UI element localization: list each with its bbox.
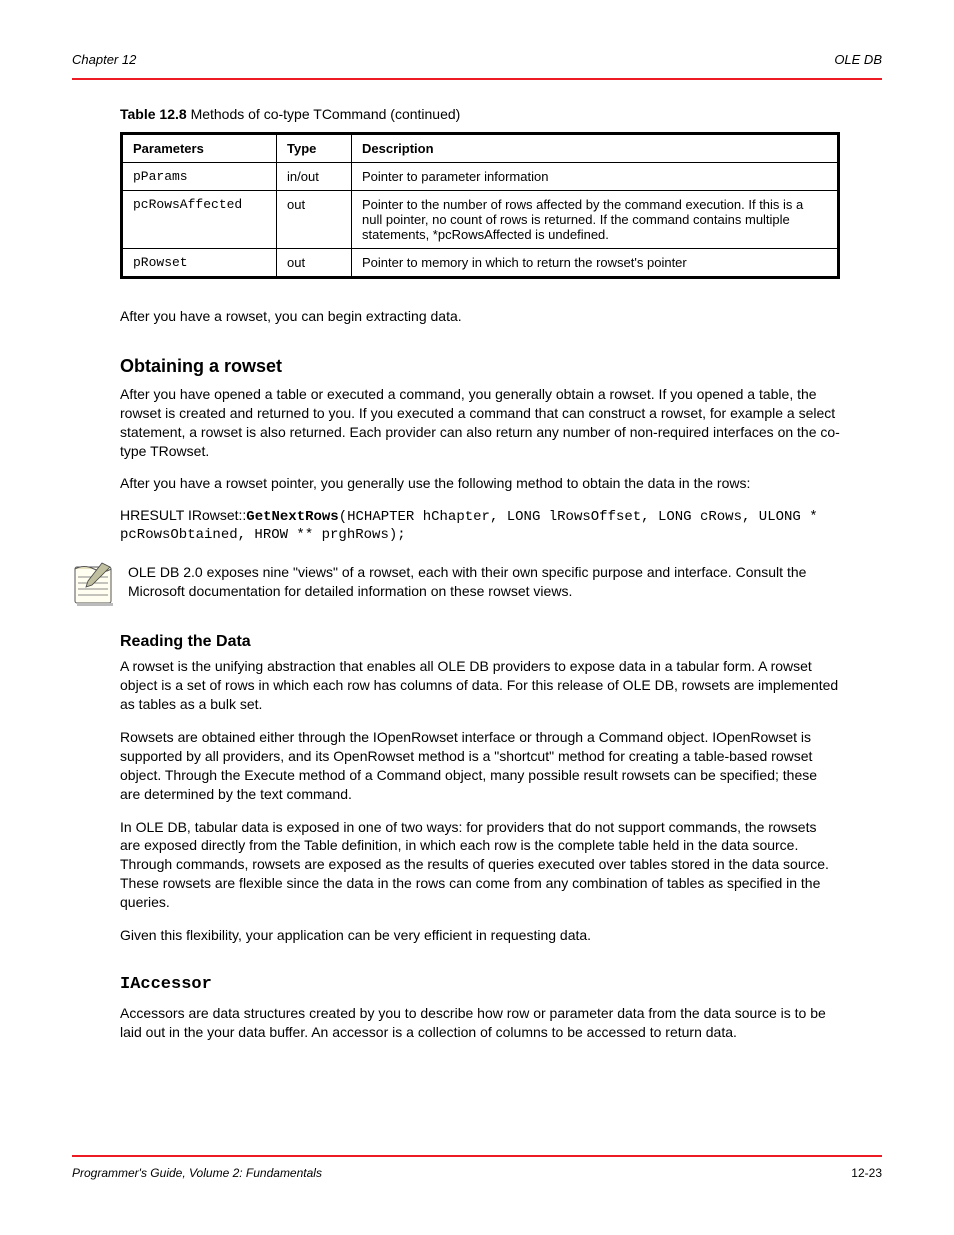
table-header-row: Parameters Type Description	[122, 134, 839, 163]
rowset-p2: After you have a rowset pointer, you gen…	[120, 474, 840, 493]
reading-p1: A rowset is the unifying abstraction tha…	[120, 657, 840, 714]
param-type: out	[277, 249, 352, 278]
table-row: pcRowsAffected out Pointer to the number…	[122, 191, 839, 249]
rowset-p1: After you have opened a table or execute…	[120, 385, 840, 461]
param-desc: Pointer to the number of rows affected b…	[352, 191, 839, 249]
header-rule	[72, 78, 882, 80]
iaccessor-p1: Accessors are data structures created by…	[120, 1004, 840, 1042]
param-name: pcRowsAffected	[122, 191, 277, 249]
param-desc: Pointer to memory in which to return the…	[352, 249, 839, 278]
method-scope: HRESULT IRowset::	[120, 507, 246, 523]
section-obtaining-rowset-title: Obtaining a rowset	[120, 356, 882, 377]
param-type: out	[277, 191, 352, 249]
table-row: pRowset out Pointer to memory in which t…	[122, 249, 839, 278]
param-desc: Pointer to parameter information	[352, 163, 839, 191]
post-table-paragraph: After you have a rowset, you can begin e…	[120, 307, 840, 326]
footer-left: Programmer's Guide, Volume 2: Fundamenta…	[72, 1166, 322, 1180]
table-row: pParams in/out Pointer to parameter info…	[122, 163, 839, 191]
note-text: OLE DB 2.0 exposes nine "views" of a row…	[128, 561, 840, 601]
notepad-icon	[72, 561, 116, 607]
method-name: GetNextRows	[246, 509, 338, 525]
param-type: in/out	[277, 163, 352, 191]
param-name: pParams	[122, 163, 277, 191]
footer-right: 12-23	[851, 1166, 882, 1180]
param-name: pRowset	[122, 249, 277, 278]
col-header-parameters: Parameters	[122, 134, 277, 163]
footer-rule	[72, 1155, 882, 1157]
col-header-type: Type	[277, 134, 352, 163]
col-header-description: Description	[352, 134, 839, 163]
note-block: OLE DB 2.0 exposes nine "views" of a row…	[72, 561, 840, 607]
iaccessor-interface-name: IAccessor	[120, 975, 882, 994]
table-caption-prefix: Table 12.8	[120, 106, 187, 122]
reading-p2: Rowsets are obtained either through the …	[120, 728, 840, 804]
table-caption: Table 12.8 Methods of co-type TCommand (…	[120, 106, 882, 122]
reading-p4: Given this flexibility, your application…	[120, 926, 840, 945]
header-chapter: Chapter 12	[72, 52, 136, 67]
header-subject: OLE DB	[834, 52, 882, 67]
reading-p3: In OLE DB, tabular data is exposed in on…	[120, 818, 840, 912]
tcommand-methods-table: Parameters Type Description pParams in/o…	[120, 132, 840, 279]
table-caption-text: Methods of co-type TCommand (continued)	[191, 106, 461, 122]
method-getnextrows-prototype: HRESULT IRowset::GetNextRows(HCHAPTER hC…	[120, 507, 840, 543]
sub-reading-data-title: Reading the Data	[120, 633, 882, 651]
